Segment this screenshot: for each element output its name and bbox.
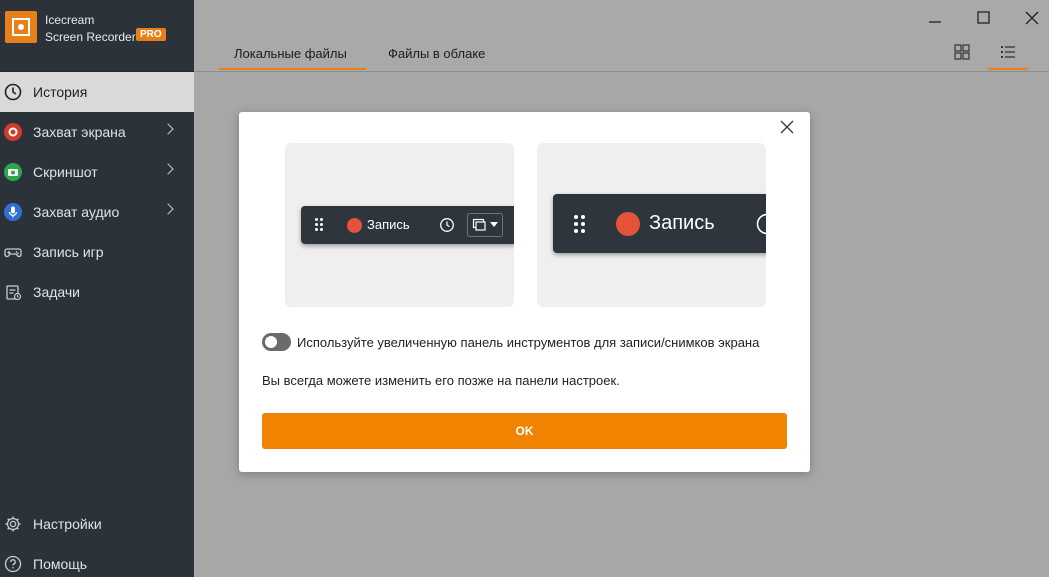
close-window-icon[interactable] bbox=[1022, 8, 1042, 28]
camera-icon bbox=[4, 163, 22, 181]
preview-standard-toolbar[interactable]: Запись bbox=[285, 143, 514, 307]
sidebar-item-help[interactable]: Помощь bbox=[0, 544, 194, 577]
settings-hint-text: Вы всегда можете изменить его позже на п… bbox=[262, 373, 620, 388]
sidebar-item-label: Захват экрана bbox=[33, 124, 126, 140]
dropdown-arrow-icon bbox=[490, 222, 498, 227]
screen-area-icon bbox=[472, 218, 486, 231]
timer-icon bbox=[440, 218, 454, 232]
sidebar-item-settings[interactable]: Настройки bbox=[0, 504, 194, 544]
sidebar-item-label: Задачи bbox=[33, 284, 81, 300]
clock-icon bbox=[4, 83, 22, 101]
app-logo-icon bbox=[5, 11, 37, 43]
sidebar-item-tasks[interactable]: Задачи bbox=[0, 272, 194, 312]
tab-local-files[interactable]: Локальные файлы bbox=[234, 46, 347, 61]
grid-view-icon[interactable] bbox=[952, 42, 972, 62]
sidebar-item-screen-capture[interactable]: Захват экрана bbox=[0, 112, 194, 152]
sidebar-item-audio-capture[interactable]: Захват аудио bbox=[0, 192, 194, 232]
preview-large-toolbar[interactable]: Запись bbox=[537, 143, 766, 307]
large-toolbar-toggle[interactable] bbox=[262, 333, 291, 351]
chevron-right-icon bbox=[162, 203, 174, 215]
sidebar-item-label: Запись игр bbox=[33, 244, 104, 260]
sidebar-item-label: Скриншот bbox=[33, 164, 98, 180]
list-view-icon[interactable] bbox=[998, 42, 1018, 62]
microphone-icon bbox=[4, 203, 22, 221]
drag-handle-icon bbox=[315, 218, 323, 232]
app-title-line2: Screen Recorder bbox=[45, 30, 136, 44]
active-view-indicator bbox=[988, 68, 1028, 70]
timer-icon bbox=[756, 213, 766, 235]
chevron-right-icon bbox=[162, 163, 174, 175]
sidebar: Icecream Screen Recorder PRO История Зах… bbox=[0, 0, 194, 577]
toolbar-preview-large: Запись bbox=[553, 194, 766, 253]
app-title-line1: Icecream bbox=[45, 13, 95, 27]
sidebar-item-label: История bbox=[33, 84, 88, 100]
toolbar-size-dialog: Запись Запись Используйте увеличенную па… bbox=[239, 112, 810, 472]
tab-cloud-files[interactable]: Файлы в облаке bbox=[388, 46, 485, 61]
capture-mode-select bbox=[467, 213, 503, 237]
sidebar-item-game-recording[interactable]: Запись игр bbox=[0, 232, 194, 272]
pro-badge: PRO bbox=[136, 28, 166, 41]
close-icon[interactable] bbox=[778, 118, 796, 136]
sidebar-item-label: Настройки bbox=[33, 516, 102, 532]
record-dot-icon bbox=[616, 212, 640, 236]
record-label-large: Запись bbox=[649, 212, 715, 234]
record-dot-icon bbox=[347, 218, 362, 233]
maximize-icon[interactable] bbox=[974, 8, 994, 28]
app-title: Icecream Screen Recorder bbox=[45, 12, 136, 46]
record-label-small: Запись bbox=[367, 217, 410, 232]
sidebar-item-history[interactable]: История bbox=[0, 72, 194, 112]
top-bar: Локальные файлы Файлы в облаке bbox=[194, 0, 1049, 72]
sidebar-item-label: Помощь bbox=[33, 556, 88, 572]
toolbar-preview-small: Запись bbox=[301, 206, 514, 244]
sidebar-item-screenshot[interactable]: Скриншот bbox=[0, 152, 194, 192]
minimize-icon[interactable] bbox=[925, 8, 945, 28]
toggle-knob bbox=[265, 336, 277, 348]
ok-button[interactable]: OK bbox=[262, 413, 787, 449]
large-toolbar-toggle-label: Используйте увеличенную панель инструмен… bbox=[297, 335, 760, 350]
active-tab-indicator bbox=[219, 68, 366, 70]
sidebar-item-label: Захват аудио bbox=[33, 204, 120, 220]
drag-handle-icon bbox=[574, 215, 585, 234]
tasks-icon bbox=[6, 285, 22, 301]
chevron-right-icon bbox=[162, 123, 174, 135]
help-icon bbox=[4, 555, 22, 573]
gear-icon bbox=[5, 516, 21, 532]
record-icon bbox=[4, 123, 22, 141]
gamepad-icon bbox=[4, 248, 22, 258]
